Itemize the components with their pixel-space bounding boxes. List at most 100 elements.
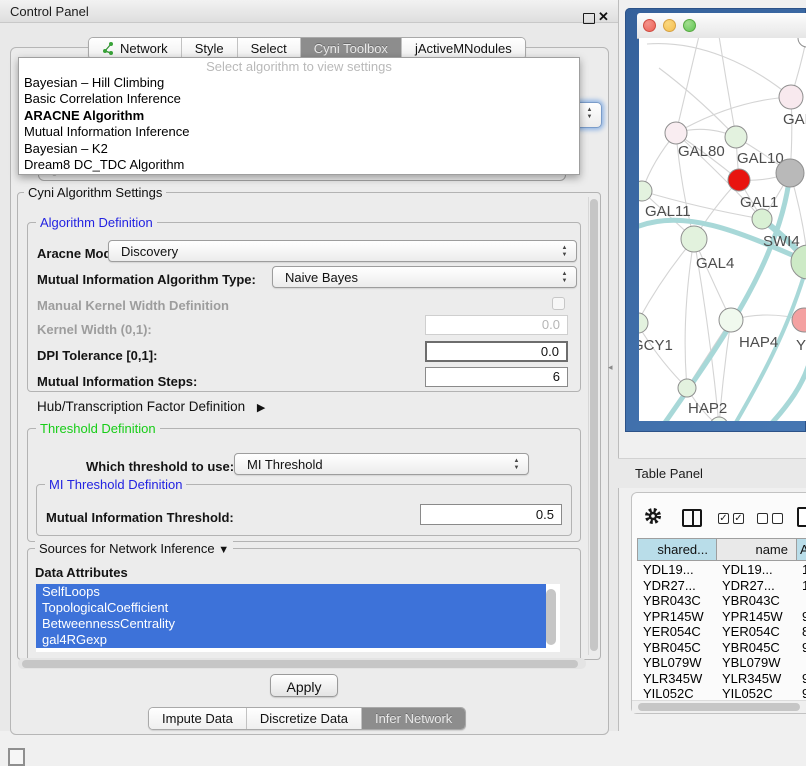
float-window-icon[interactable] xyxy=(583,13,595,24)
network-node[interactable] xyxy=(776,159,804,187)
mi-threshold-field[interactable]: 0.5 xyxy=(420,504,562,525)
which-threshold-label: Which threshold to use: xyxy=(86,459,234,474)
network-node[interactable] xyxy=(798,38,806,47)
tab-select[interactable]: Select xyxy=(238,38,301,59)
table-cell: YLR345W xyxy=(637,671,716,687)
splitter-collapse-icon[interactable]: ◂ xyxy=(608,362,613,373)
table-row[interactable]: YLR345WYLR345W9. xyxy=(637,671,806,687)
table-cell: YIL052C xyxy=(716,686,796,699)
algorithm-option[interactable]: Dream8 DC_TDC Algorithm xyxy=(19,157,579,173)
file-icon[interactable] xyxy=(797,507,806,527)
tab-style[interactable]: Style xyxy=(182,38,238,59)
tab-impute-data[interactable]: Impute Data xyxy=(149,708,247,729)
gear-icon[interactable] xyxy=(644,507,662,530)
table-row[interactable]: YDR27...YDR27...12 xyxy=(637,578,806,594)
threshold-definition-title: Threshold Definition xyxy=(36,421,160,436)
chevron-right-icon: ▶ xyxy=(257,401,265,414)
algorithm-option[interactable]: Mutual Information Inference xyxy=(19,124,579,140)
column-header-name[interactable]: name xyxy=(716,538,797,561)
table-panel-header[interactable]: Table Panel xyxy=(618,458,806,488)
table-row[interactable]: YBL079WYBL079W xyxy=(637,655,806,671)
attributes-list-scrollbar[interactable] xyxy=(546,589,556,645)
close-traffic-light-icon[interactable] xyxy=(643,19,656,32)
table-row[interactable]: YBR043CYBR043C xyxy=(637,593,806,609)
aracne-mode-value: Discovery xyxy=(121,241,178,263)
column-header-partial[interactable]: A xyxy=(796,538,806,561)
algorithm-option[interactable]: Bayesian – K2 xyxy=(19,141,579,157)
tab-network[interactable]: Network xyxy=(89,38,182,59)
algorithm-dropdown-list: Select algorithm to view settings Bayesi… xyxy=(18,57,580,175)
table-horizontal-scrollbar[interactable] xyxy=(632,700,806,713)
which-threshold-combo[interactable]: MI Threshold ▲▼ xyxy=(234,453,529,475)
algorithm-option[interactable]: Basic Correlation Inference xyxy=(19,91,579,107)
algorithm-option[interactable]: Bayesian – Hill Climbing xyxy=(19,75,579,91)
network-canvas[interactable]: GALGAL80GAL10GAL11GAL1SWI4GAL4GCY1HAP4YH… xyxy=(639,38,806,421)
node-label: Y xyxy=(796,337,806,354)
algorithm-option[interactable]: ARACNE Algorithm xyxy=(19,108,579,124)
attribute-item[interactable]: gal4RGexp xyxy=(36,632,546,648)
table-row[interactable]: YER054CYER054C8. xyxy=(637,624,806,640)
tab-label: Style xyxy=(195,38,224,59)
close-icon[interactable]: ✕ xyxy=(598,9,609,25)
unchecked-boxes-icon[interactable] xyxy=(757,513,768,524)
network-node-gal4[interactable] xyxy=(681,226,707,252)
sources-group-title[interactable]: Sources for Network Inference ▼ xyxy=(35,541,233,556)
checked-boxes-icon[interactable]: ✓ xyxy=(733,513,744,524)
network-window-titlebar[interactable] xyxy=(637,13,806,39)
node-label: GAL80 xyxy=(678,143,725,160)
node-table[interactable]: YDL19...YDL19...13YDR27...YDR27...12YBR0… xyxy=(637,562,806,699)
hub-definition-toggle[interactable]: Hub/Transcription Factor Definition ▶ xyxy=(37,399,265,414)
aracne-mode-combo[interactable]: Discovery ▲▼ xyxy=(108,240,577,262)
network-node-gcy1[interactable] xyxy=(639,313,648,333)
table-cell: 13 xyxy=(796,562,806,578)
network-node-hap4[interactable] xyxy=(719,308,743,332)
network-node[interactable] xyxy=(710,417,728,421)
table-cell: 9. xyxy=(796,640,806,656)
apply-button[interactable]: Apply xyxy=(270,674,338,697)
network-node-hap2[interactable] xyxy=(678,379,696,397)
network-node[interactable] xyxy=(728,169,750,191)
zoom-traffic-light-icon[interactable] xyxy=(683,19,696,32)
network-node-gal[interactable] xyxy=(779,85,803,109)
tab-infer-network[interactable]: Infer Network xyxy=(362,708,465,729)
mi-steps-field[interactable]: 6 xyxy=(425,367,568,387)
mi-algorithm-type-combo[interactable]: Naive Bayes ▲▼ xyxy=(272,266,577,288)
data-attributes-list[interactable]: SelfLoopsTopologicalCoefficientBetweenne… xyxy=(36,584,560,652)
table-cell: 9. xyxy=(796,609,806,625)
table-row[interactable]: YIL052CYIL052C9 xyxy=(637,686,806,699)
tab-label: Select xyxy=(251,38,287,59)
tab-discretize-data[interactable]: Discretize Data xyxy=(247,708,362,729)
dpi-tolerance-field[interactable]: 0.0 xyxy=(425,341,568,362)
columns-icon[interactable] xyxy=(682,509,702,527)
attribute-item[interactable]: BetweennessCentrality xyxy=(36,616,546,632)
minimized-panel-icon[interactable] xyxy=(8,748,25,766)
table-cell: YDR27... xyxy=(716,578,796,594)
table-cell: YLR345W xyxy=(716,671,796,687)
checked-boxes-icon[interactable]: ✓ xyxy=(718,513,729,524)
network-node-gal10[interactable] xyxy=(725,126,747,148)
table-row[interactable]: YDL19...YDL19...13 xyxy=(637,562,806,578)
manual-kernel-width-checkbox[interactable] xyxy=(552,297,565,310)
table-cell: YER054C xyxy=(716,624,796,640)
settings-vertical-scrollbar[interactable] xyxy=(588,197,600,655)
attribute-item[interactable]: TopologicalCoefficient xyxy=(36,600,546,616)
minimize-traffic-light-icon[interactable] xyxy=(663,19,676,32)
attribute-item[interactable]: SelfLoops xyxy=(36,584,546,600)
network-node-gal80[interactable] xyxy=(665,122,687,144)
sources-title-label: Sources for Network Inference xyxy=(39,541,215,556)
table-cell: YBR043C xyxy=(716,593,796,609)
table-cell: YBR045C xyxy=(716,640,796,656)
network-node-y[interactable] xyxy=(792,308,806,332)
unchecked-boxes-icon[interactable] xyxy=(772,513,783,524)
settings-horizontal-scrollbar[interactable] xyxy=(18,658,586,669)
column-header-shared-name[interactable]: shared... xyxy=(637,538,717,561)
network-node-gal1[interactable] xyxy=(752,209,772,229)
network-graph[interactable]: GALGAL80GAL10GAL11GAL1SWI4GAL4GCY1HAP4YH… xyxy=(639,38,806,421)
tab-jactivemnodules[interactable]: jActiveMNodules xyxy=(402,38,525,59)
tab-label: jActiveMNodules xyxy=(415,38,512,59)
table-row[interactable]: YBR045CYBR045C9. xyxy=(637,640,806,656)
table-row[interactable]: YPR145WYPR145W9. xyxy=(637,609,806,625)
control-panel-titlebar[interactable]: Control Panel xyxy=(0,0,618,23)
tab-cyni-toolbox[interactable]: Cyni Toolbox xyxy=(301,38,402,59)
kernel-width-field[interactable]: 0.0 xyxy=(425,315,568,335)
